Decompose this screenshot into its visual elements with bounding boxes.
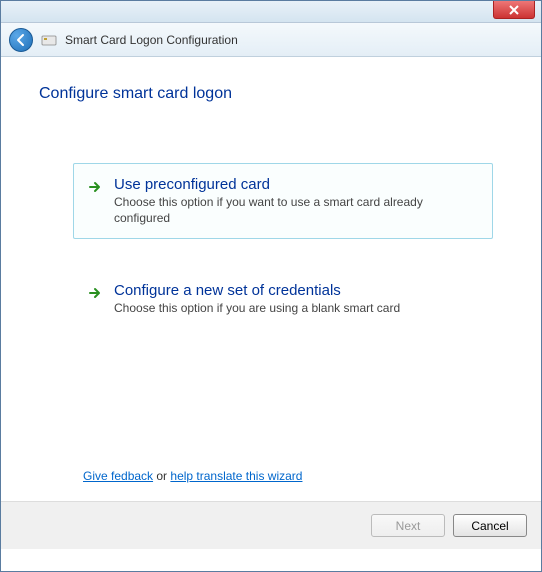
option-title: Configure a new set of credentials	[114, 282, 478, 299]
content-area: Configure smart card logon Use preconfig…	[1, 57, 541, 501]
feedback-separator: or	[153, 469, 170, 483]
cancel-button[interactable]: Cancel	[453, 514, 527, 537]
app-icon	[41, 34, 57, 46]
close-icon	[509, 5, 519, 15]
option-preconfigured[interactable]: Use preconfigured card Choose this optio…	[73, 163, 493, 239]
give-feedback-link[interactable]: Give fedback	[83, 469, 153, 483]
footer: Next Cancel	[1, 501, 541, 549]
option-description: Choose this option if you are using a bl…	[114, 301, 478, 317]
feedback-row: Give fedback or help translate this wiza…	[83, 469, 302, 483]
close-button[interactable]	[493, 1, 535, 19]
option-new-credentials[interactable]: Configure a new set of credentials Choos…	[73, 269, 493, 330]
option-title: Use preconfigured card	[114, 176, 478, 193]
option-description: Choose this option if you want to use a …	[114, 195, 478, 226]
translate-link[interactable]: help translate this wizard	[170, 469, 302, 483]
title-bar	[1, 1, 541, 23]
option-body: Configure a new set of credentials Choos…	[114, 282, 478, 317]
option-body: Use preconfigured card Choose this optio…	[114, 176, 478, 226]
back-arrow-icon	[14, 33, 28, 47]
arrow-right-icon	[88, 282, 104, 317]
window-title: Smart Card Logon Configuration	[65, 33, 238, 47]
arrow-right-icon	[88, 176, 104, 226]
back-button[interactable]	[9, 28, 33, 52]
page-heading: Configure smart card logon	[39, 85, 503, 103]
nav-bar: Smart Card Logon Configuration	[1, 23, 541, 57]
next-button[interactable]: Next	[371, 514, 445, 537]
